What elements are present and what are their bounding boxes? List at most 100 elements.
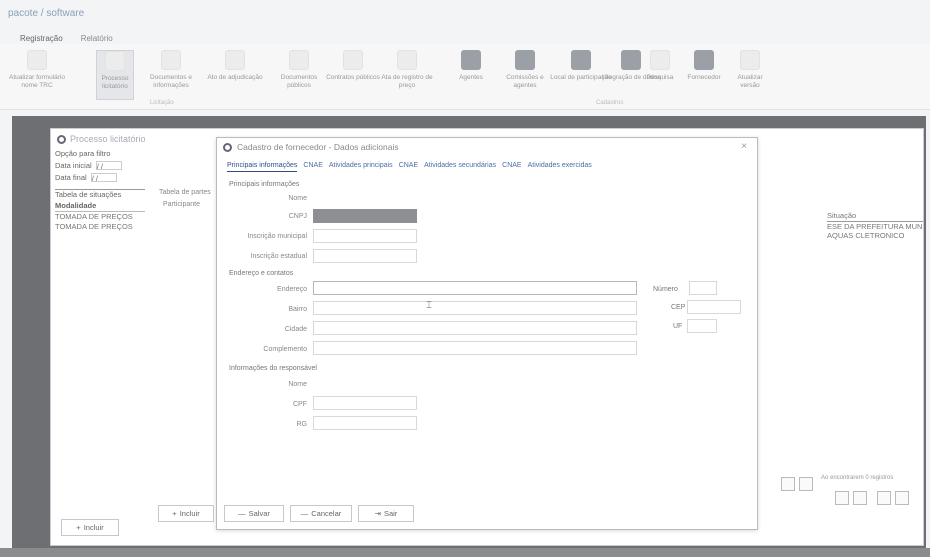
record-count: Ao encontrarem 0 registros (821, 475, 894, 481)
right-column-header: Situação (827, 211, 857, 220)
dialog-logo-icon (223, 142, 232, 152)
tab-cnae-3[interactable]: CNAE (502, 162, 521, 172)
numero-field[interactable] (689, 281, 717, 295)
tab-registracao[interactable]: Registração (20, 34, 63, 43)
date-end-label: Data final (55, 172, 87, 182)
app-title: pacote / software (8, 8, 85, 19)
ribbon-btn-12[interactable]: Fornecedor (684, 50, 724, 100)
cnpj-label: CNPJ (288, 213, 307, 220)
save-button[interactable]: — Salvar (224, 505, 284, 522)
export-button[interactable] (799, 477, 813, 491)
user-icon (694, 50, 714, 70)
ribbon-btn-11[interactable]: Pesquisa (640, 50, 680, 100)
process-icon (105, 51, 125, 71)
refresh-button[interactable] (781, 477, 795, 491)
nav-last-button[interactable] (895, 491, 909, 505)
ribbon-btn-1[interactable]: Processo licitatório (96, 50, 134, 100)
ribbon-btn-3[interactable]: Ato de adjudicação (204, 50, 266, 100)
list-item[interactable]: AQUAS CLETRONICO (827, 231, 923, 241)
section-main: Principais informações (229, 181, 300, 188)
tab-atividades-exercidas[interactable]: Atividades exercidas (528, 162, 592, 172)
dialog-title: Cadastro de fornecedor - Dados adicionai… (237, 142, 399, 152)
rep-rg-field[interactable] (313, 416, 417, 430)
cidade-label: Cidade (284, 326, 307, 333)
filter-title: Opção para filtro (55, 148, 111, 158)
tab-atividades-secundarias[interactable]: Atividades secundárias (424, 162, 496, 172)
bairro-field[interactable] (313, 301, 637, 315)
bg-include-button[interactable]: + Incluir (61, 519, 119, 536)
cep-field[interactable] (687, 300, 741, 314)
ribbon-btn-4[interactable]: Documentos públicos (268, 50, 330, 100)
cnpj-field[interactable] (313, 209, 417, 223)
date-end-input[interactable]: / / (90, 172, 117, 183)
document-icon (27, 50, 47, 70)
tab-cnae-2[interactable]: CNAE (399, 162, 418, 172)
document-icon (225, 50, 245, 70)
cidade-field[interactable] (313, 321, 637, 335)
tab-atividades-principais[interactable]: Atividades principais (329, 162, 393, 172)
sync-icon (621, 50, 641, 70)
close-icon[interactable]: × (741, 141, 747, 152)
ribbon-btn-8[interactable]: Comissões e agentes (494, 50, 556, 100)
agent-icon (461, 50, 481, 70)
exit-button[interactable]: ⇥ Sair (358, 505, 414, 522)
taskbar-strip (0, 548, 930, 557)
tab-relatorio[interactable]: Relatório (81, 34, 113, 43)
bairro-label: Bairro (288, 306, 307, 313)
rep-cpf-field[interactable] (313, 396, 417, 410)
ribbon-btn-7[interactable]: Agentes (440, 50, 502, 100)
list-item[interactable]: ESE DA PREFEITURA MUN (827, 221, 923, 231)
save-icon: — (238, 509, 246, 518)
endereco-field[interactable] (313, 281, 637, 295)
status-table-title: Tabela de situações (55, 190, 122, 199)
insc-estadual-label: Inscrição estadual (250, 253, 307, 260)
exit-icon: ⇥ (374, 509, 381, 518)
document-icon (343, 50, 363, 70)
team-icon (515, 50, 535, 70)
uf-field[interactable] (687, 319, 717, 333)
section-address: Endereço e contatos (229, 270, 294, 277)
plus-icon: + (76, 523, 81, 532)
participant-label: Participante (163, 201, 200, 208)
uf-label: UF (673, 323, 683, 330)
document-icon (289, 50, 309, 70)
tab-principais[interactable]: Principais informações (227, 162, 298, 172)
parts-table-label: Tabela de partes (159, 189, 211, 196)
cancel-button[interactable]: — Cancelar (290, 505, 352, 522)
table-header-modalidade[interactable]: Modalidade (55, 201, 145, 212)
date-start-label: Data inicial (55, 160, 92, 170)
update-icon (740, 50, 760, 70)
table-row[interactable]: TOMADA DE PREÇOS (55, 212, 145, 222)
endereco-label: Endereço (277, 286, 307, 293)
ribbon-btn-5[interactable]: Contratos públicos (322, 50, 384, 100)
include-button[interactable]: + Incluir (158, 505, 214, 522)
date-start-input[interactable]: / / (95, 160, 122, 171)
ribbon-btn-13[interactable]: Atualizar versão (728, 50, 772, 100)
group-label-cadastros: Cadastros (596, 100, 624, 106)
mouse-cursor-icon: ⌶ (426, 300, 432, 311)
section-responsavel: Informações do responsável (229, 365, 317, 372)
insc-estadual-field[interactable] (313, 249, 417, 263)
nav-prev-button[interactable] (835, 491, 849, 505)
complemento-field[interactable] (313, 341, 637, 355)
plus-icon: + (172, 509, 177, 518)
table-row[interactable]: TOMADA DE PREÇOS (55, 222, 145, 232)
rep-rg-label: RG (296, 421, 308, 428)
cancel-icon: — (300, 509, 309, 518)
insc-municipal-field[interactable] (313, 229, 417, 243)
group-label-licitacao: Licitação (150, 100, 174, 106)
tab-cnae-1[interactable]: CNAE (303, 162, 322, 172)
insc-municipal-label: Inscrição municipal (247, 233, 307, 240)
ribbon-btn-2[interactable]: Documentos e informações (140, 50, 202, 100)
nome-label: Nome (288, 195, 307, 202)
supplier-dialog: Cadastro de fornecedor - Dados adicionai… (216, 137, 758, 530)
ribbon-btn-0[interactable]: Atualizar formulário nome TRC (6, 50, 68, 100)
background-window-title: Processo licitatório (70, 134, 146, 144)
numero-label: Número (653, 286, 678, 293)
nav-next-button[interactable] (853, 491, 867, 505)
complemento-label: Complemento (263, 346, 307, 353)
filter-panel: Opção para filtro Data inicial / / Data f… (55, 147, 145, 232)
search-icon (650, 50, 670, 70)
ribbon-btn-6[interactable]: Ata de registro de preço (376, 50, 438, 100)
nav-first-button[interactable] (877, 491, 891, 505)
